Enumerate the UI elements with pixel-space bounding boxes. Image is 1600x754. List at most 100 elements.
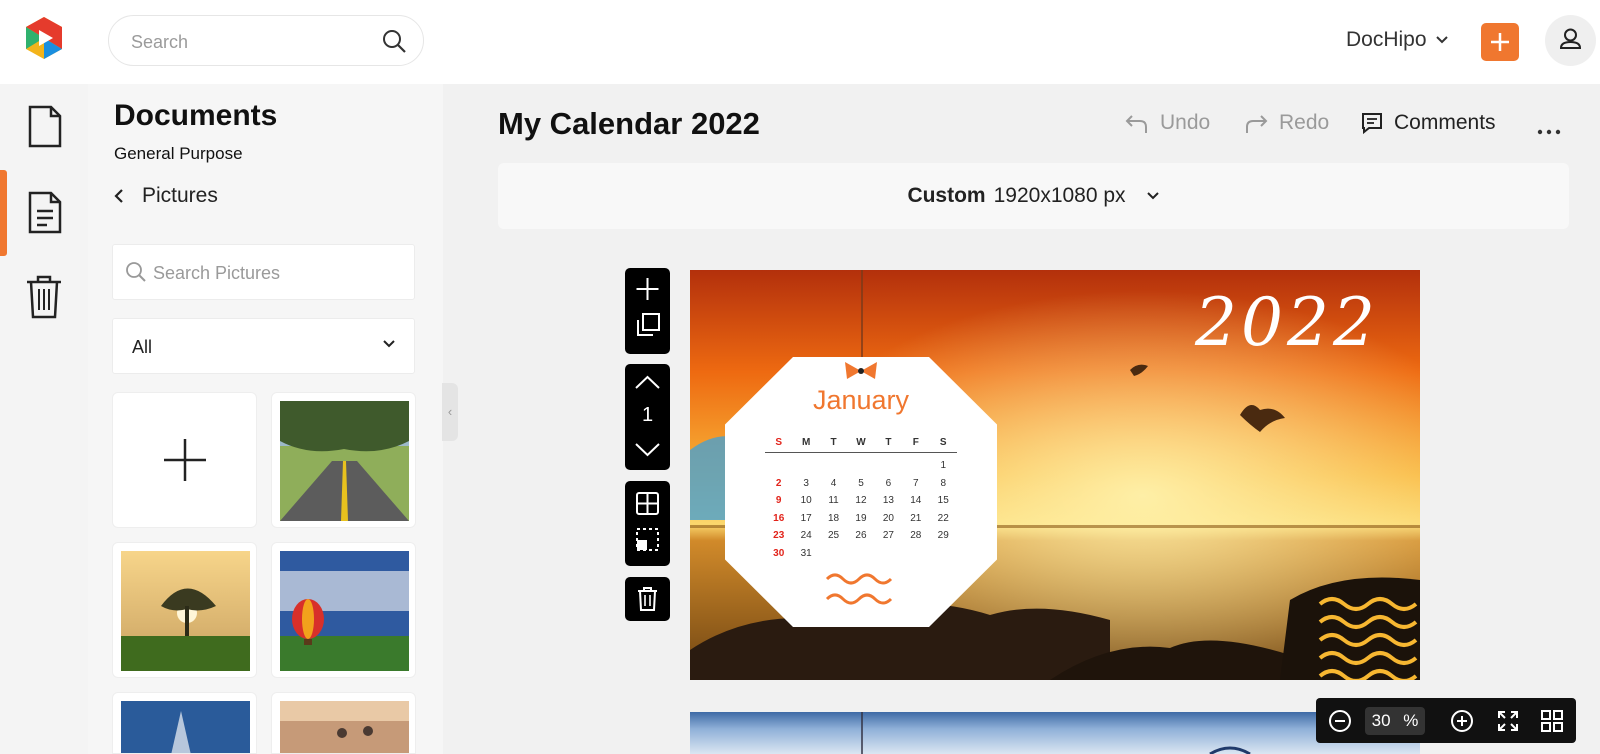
undo-button[interactable]: Undo <box>1124 111 1210 135</box>
page-number: 1 <box>641 404 654 426</box>
back-label: Pictures <box>142 184 218 207</box>
calendar-weekday: F <box>912 437 919 448</box>
picture-statue-sky[interactable] <box>112 692 257 754</box>
calendar-day: 24 <box>800 530 812 542</box>
duplicate-page-icon[interactable] <box>625 308 670 344</box>
collapse-panel-handle[interactable]: ‹ <box>442 383 458 441</box>
rail-item-document[interactable] <box>0 84 88 170</box>
wave-decoration-icon <box>825 569 895 614</box>
add-page-icon[interactable] <box>625 268 670 308</box>
calendar-day: 6 <box>885 477 892 489</box>
pictures-filter-select[interactable]: All <box>112 318 415 374</box>
picture-road-trees[interactable] <box>271 392 416 528</box>
road-picture <box>280 401 409 521</box>
user-avatar[interactable] <box>1545 15 1596 66</box>
document-title[interactable]: My Calendar 2022 <box>498 106 760 142</box>
calendar-day: 21 <box>910 512 922 524</box>
year-title[interactable]: 2022 <box>1195 284 1379 361</box>
calendar-week-row: 1 <box>765 457 957 475</box>
size-value: 1920x1080 px <box>993 184 1126 207</box>
zoom-out-icon[interactable] <box>1328 709 1352 733</box>
back-to-elements[interactable]: Pictures <box>114 184 218 208</box>
create-button[interactable] <box>1481 23 1519 61</box>
calendar-day: 4 <box>830 477 837 489</box>
top-bar: Search DocHipo <box>0 0 1600 84</box>
panel-subtitle: General Purpose <box>114 144 243 163</box>
grid-layout-icon[interactable] <box>625 481 670 521</box>
page-add-tools <box>625 268 670 354</box>
document-icon <box>28 105 62 148</box>
calendar-day: 10 <box>800 495 812 507</box>
user-icon <box>1559 28 1582 49</box>
canvas-size-selector[interactable]: Custom 1920x1080 px <box>498 163 1569 229</box>
zoom-controls: 30 % <box>1316 698 1576 743</box>
chevron-down-icon[interactable] <box>625 432 670 466</box>
statue-picture <box>121 701 250 753</box>
zoom-level[interactable]: 30 % <box>1365 707 1425 735</box>
pictures-panel: Documents General Purpose Pictures Searc… <box>88 84 443 754</box>
zoom-value: 30 <box>1371 711 1391 730</box>
calendar-week-row: 30 31 <box>765 545 957 563</box>
size-name: Custom <box>907 184 986 207</box>
calendar-weekday: S <box>939 437 947 448</box>
select-area-icon[interactable] <box>625 521 670 561</box>
comments-button[interactable]: Comments <box>1360 111 1496 135</box>
redo-button[interactable]: Redo <box>1243 111 1329 135</box>
calendar-day: 29 <box>937 530 949 542</box>
calendar-day: 2 <box>775 477 782 489</box>
calendar-day: 12 <box>855 495 867 507</box>
calendar-day: 16 <box>773 512 785 524</box>
chevron-up-icon[interactable] <box>625 364 670 398</box>
plus-icon <box>1491 33 1509 51</box>
fit-screen-icon[interactable] <box>1496 709 1520 733</box>
calendar-weekday: M <box>801 437 811 448</box>
bow-icon <box>842 359 880 388</box>
calendar-day: 7 <box>913 477 919 489</box>
team-name: DocHipo <box>1346 28 1427 51</box>
chevron-left-icon <box>114 189 123 203</box>
calendar-day: 30 <box>773 547 785 559</box>
upload-picture-button[interactable] <box>112 392 257 528</box>
design-canvas-page-2[interactable] <box>690 712 1420 754</box>
filter-value: All <box>132 337 153 357</box>
calendar-grid: S M T W T F S 1 2 3 4 5 6 7 8 9 10 11 12 13 14 15 16 17 18 19 20 21… <box>765 437 957 562</box>
calendar-weekday: S <box>775 437 783 448</box>
calendar-week-row: 23 24 25 26 27 28 29 <box>765 527 957 545</box>
delete-page-button[interactable] <box>625 577 670 621</box>
dochipo-logo-icon[interactable] <box>22 15 66 61</box>
wave-lines-decoration-icon[interactable] <box>1318 594 1420 680</box>
trash-icon <box>27 275 61 319</box>
redo-icon <box>1246 115 1268 133</box>
picture-people-sunset[interactable] <box>271 692 416 754</box>
picture-hot-air-balloon[interactable] <box>271 542 416 678</box>
undo-icon <box>1125 115 1147 133</box>
page-grid-icon[interactable] <box>1540 709 1564 733</box>
page-navigation: 1 <box>625 364 670 470</box>
team-switcher[interactable]: DocHipo <box>1346 28 1449 52</box>
calendar-day: 14 <box>910 495 922 507</box>
trash-icon <box>638 587 657 611</box>
zoom-in-icon[interactable] <box>1450 709 1474 733</box>
global-search[interactable]: Search <box>108 15 424 66</box>
rail-item-documents[interactable] <box>0 170 88 256</box>
panel-title: Documents <box>114 99 278 132</box>
calendar-day: 28 <box>910 530 922 542</box>
calendar-card[interactable]: January S M T W T F S 1 2 3 4 5 6 7 8 9 10 11 12 13 14 15 16 17… <box>725 357 997 627</box>
comments-label: Comments <box>1394 111 1496 134</box>
zoom-unit: % <box>1403 711 1419 730</box>
pictures-search-input[interactable]: Search Pictures <box>112 244 415 300</box>
search-icon <box>126 262 146 282</box>
picture-sunset-tree[interactable] <box>112 542 257 678</box>
calendar-weekday-row: SMTWTFS <box>765 437 957 453</box>
more-options-icon[interactable] <box>1537 112 1561 143</box>
calendar-day: 18 <box>827 512 840 524</box>
search-icon[interactable] <box>381 28 407 54</box>
calendar-day: 23 <box>773 530 785 542</box>
design-canvas-page[interactable]: 2022 January S M T W T F S 1 2 3 4 5 6 7 8 9 10 11 12 13 14 1… <box>690 270 1420 680</box>
plus-icon <box>164 439 206 481</box>
tree-picture <box>121 551 250 671</box>
balloon-picture <box>280 551 409 671</box>
chevron-down-icon <box>1435 36 1448 44</box>
calendar-day: 3 <box>803 477 809 489</box>
rail-item-trash[interactable] <box>0 256 88 342</box>
